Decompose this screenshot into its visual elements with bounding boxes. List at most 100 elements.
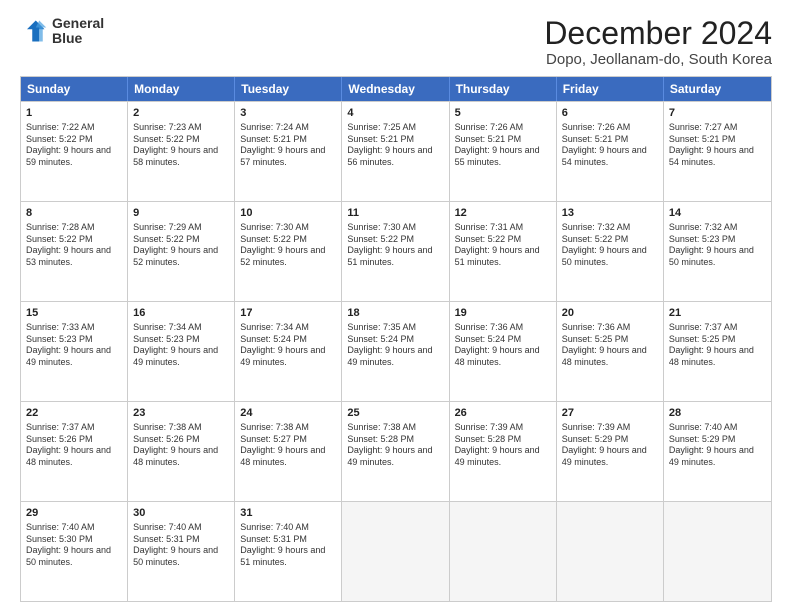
day-number: 30 [133,506,229,521]
cell-info: Sunrise: 7:37 AM Sunset: 5:26 PM Dayligh… [26,422,122,469]
day-number: 11 [347,206,443,221]
day-number: 28 [669,406,766,421]
day-number: 3 [240,106,336,121]
calendar-cell: 17Sunrise: 7:34 AM Sunset: 5:24 PM Dayli… [235,302,342,401]
calendar-cell: 6Sunrise: 7:26 AM Sunset: 5:21 PM Daylig… [557,102,664,201]
calendar-cell [450,502,557,601]
calendar-cell: 15Sunrise: 7:33 AM Sunset: 5:23 PM Dayli… [21,302,128,401]
calendar-cell: 25Sunrise: 7:38 AM Sunset: 5:28 PM Dayli… [342,402,449,501]
calendar-row: 29Sunrise: 7:40 AM Sunset: 5:30 PM Dayli… [21,501,771,601]
calendar-cell: 3Sunrise: 7:24 AM Sunset: 5:21 PM Daylig… [235,102,342,201]
calendar-cell: 19Sunrise: 7:36 AM Sunset: 5:24 PM Dayli… [450,302,557,401]
calendar-cell: 23Sunrise: 7:38 AM Sunset: 5:26 PM Dayli… [128,402,235,501]
day-number: 15 [26,306,122,321]
calendar-cell: 29Sunrise: 7:40 AM Sunset: 5:30 PM Dayli… [21,502,128,601]
calendar-cell: 28Sunrise: 7:40 AM Sunset: 5:29 PM Dayli… [664,402,771,501]
calendar-body: 1Sunrise: 7:22 AM Sunset: 5:22 PM Daylig… [21,101,771,601]
calendar-cell: 4Sunrise: 7:25 AM Sunset: 5:21 PM Daylig… [342,102,449,201]
main-title: December 2024 [544,16,772,51]
cell-info: Sunrise: 7:32 AM Sunset: 5:23 PM Dayligh… [669,222,766,269]
calendar-cell: 18Sunrise: 7:35 AM Sunset: 5:24 PM Dayli… [342,302,449,401]
day-number: 20 [562,306,658,321]
cell-info: Sunrise: 7:32 AM Sunset: 5:22 PM Dayligh… [562,222,658,269]
cell-info: Sunrise: 7:35 AM Sunset: 5:24 PM Dayligh… [347,322,443,369]
cell-info: Sunrise: 7:40 AM Sunset: 5:29 PM Dayligh… [669,422,766,469]
cell-info: Sunrise: 7:27 AM Sunset: 5:21 PM Dayligh… [669,122,766,169]
day-number: 22 [26,406,122,421]
header-day: Tuesday [235,77,342,101]
day-number: 9 [133,206,229,221]
calendar-cell: 22Sunrise: 7:37 AM Sunset: 5:26 PM Dayli… [21,402,128,501]
day-number: 10 [240,206,336,221]
day-number: 27 [562,406,658,421]
cell-info: Sunrise: 7:38 AM Sunset: 5:28 PM Dayligh… [347,422,443,469]
calendar-cell: 20Sunrise: 7:36 AM Sunset: 5:25 PM Dayli… [557,302,664,401]
header-day: Friday [557,77,664,101]
day-number: 6 [562,106,658,121]
calendar-cell: 24Sunrise: 7:38 AM Sunset: 5:27 PM Dayli… [235,402,342,501]
header: General Blue December 2024 Dopo, Jeollan… [20,16,772,68]
cell-info: Sunrise: 7:22 AM Sunset: 5:22 PM Dayligh… [26,122,122,169]
day-number: 16 [133,306,229,321]
day-number: 14 [669,206,766,221]
day-number: 12 [455,206,551,221]
day-number: 8 [26,206,122,221]
calendar-cell: 30Sunrise: 7:40 AM Sunset: 5:31 PM Dayli… [128,502,235,601]
subtitle: Dopo, Jeollanam-do, South Korea [544,51,772,68]
cell-info: Sunrise: 7:39 AM Sunset: 5:29 PM Dayligh… [562,422,658,469]
day-number: 2 [133,106,229,121]
calendar-cell: 16Sunrise: 7:34 AM Sunset: 5:23 PM Dayli… [128,302,235,401]
calendar-cell: 14Sunrise: 7:32 AM Sunset: 5:23 PM Dayli… [664,202,771,301]
calendar-row: 8Sunrise: 7:28 AM Sunset: 5:22 PM Daylig… [21,201,771,301]
cell-info: Sunrise: 7:30 AM Sunset: 5:22 PM Dayligh… [240,222,336,269]
day-number: 31 [240,506,336,521]
day-number: 23 [133,406,229,421]
cell-info: Sunrise: 7:34 AM Sunset: 5:23 PM Dayligh… [133,322,229,369]
cell-info: Sunrise: 7:36 AM Sunset: 5:24 PM Dayligh… [455,322,551,369]
cell-info: Sunrise: 7:37 AM Sunset: 5:25 PM Dayligh… [669,322,766,369]
header-day: Thursday [450,77,557,101]
day-number: 5 [455,106,551,121]
logo: General Blue [20,16,104,47]
calendar-cell: 11Sunrise: 7:30 AM Sunset: 5:22 PM Dayli… [342,202,449,301]
calendar-cell [557,502,664,601]
calendar-cell: 13Sunrise: 7:32 AM Sunset: 5:22 PM Dayli… [557,202,664,301]
cell-info: Sunrise: 7:34 AM Sunset: 5:24 PM Dayligh… [240,322,336,369]
header-day: Wednesday [342,77,449,101]
day-number: 1 [26,106,122,121]
calendar-cell: 9Sunrise: 7:29 AM Sunset: 5:22 PM Daylig… [128,202,235,301]
day-number: 24 [240,406,336,421]
cell-info: Sunrise: 7:40 AM Sunset: 5:31 PM Dayligh… [240,522,336,569]
cell-info: Sunrise: 7:23 AM Sunset: 5:22 PM Dayligh… [133,122,229,169]
calendar-cell: 12Sunrise: 7:31 AM Sunset: 5:22 PM Dayli… [450,202,557,301]
cell-info: Sunrise: 7:26 AM Sunset: 5:21 PM Dayligh… [562,122,658,169]
day-number: 21 [669,306,766,321]
cell-info: Sunrise: 7:40 AM Sunset: 5:30 PM Dayligh… [26,522,122,569]
calendar-cell: 10Sunrise: 7:30 AM Sunset: 5:22 PM Dayli… [235,202,342,301]
calendar-cell: 2Sunrise: 7:23 AM Sunset: 5:22 PM Daylig… [128,102,235,201]
day-number: 17 [240,306,336,321]
day-number: 29 [26,506,122,521]
header-day: Monday [128,77,235,101]
calendar-cell: 1Sunrise: 7:22 AM Sunset: 5:22 PM Daylig… [21,102,128,201]
calendar-cell: 8Sunrise: 7:28 AM Sunset: 5:22 PM Daylig… [21,202,128,301]
cell-info: Sunrise: 7:28 AM Sunset: 5:22 PM Dayligh… [26,222,122,269]
day-number: 7 [669,106,766,121]
cell-info: Sunrise: 7:24 AM Sunset: 5:21 PM Dayligh… [240,122,336,169]
logo-text: General Blue [52,16,104,47]
page: General Blue December 2024 Dopo, Jeollan… [0,0,792,612]
header-day: Saturday [664,77,771,101]
calendar-row: 1Sunrise: 7:22 AM Sunset: 5:22 PM Daylig… [21,101,771,201]
calendar-row: 15Sunrise: 7:33 AM Sunset: 5:23 PM Dayli… [21,301,771,401]
day-number: 13 [562,206,658,221]
cell-info: Sunrise: 7:33 AM Sunset: 5:23 PM Dayligh… [26,322,122,369]
header-day: Sunday [21,77,128,101]
day-number: 4 [347,106,443,121]
cell-info: Sunrise: 7:29 AM Sunset: 5:22 PM Dayligh… [133,222,229,269]
calendar-cell: 26Sunrise: 7:39 AM Sunset: 5:28 PM Dayli… [450,402,557,501]
cell-info: Sunrise: 7:31 AM Sunset: 5:22 PM Dayligh… [455,222,551,269]
calendar-cell: 7Sunrise: 7:27 AM Sunset: 5:21 PM Daylig… [664,102,771,201]
cell-info: Sunrise: 7:39 AM Sunset: 5:28 PM Dayligh… [455,422,551,469]
cell-info: Sunrise: 7:30 AM Sunset: 5:22 PM Dayligh… [347,222,443,269]
cell-info: Sunrise: 7:26 AM Sunset: 5:21 PM Dayligh… [455,122,551,169]
